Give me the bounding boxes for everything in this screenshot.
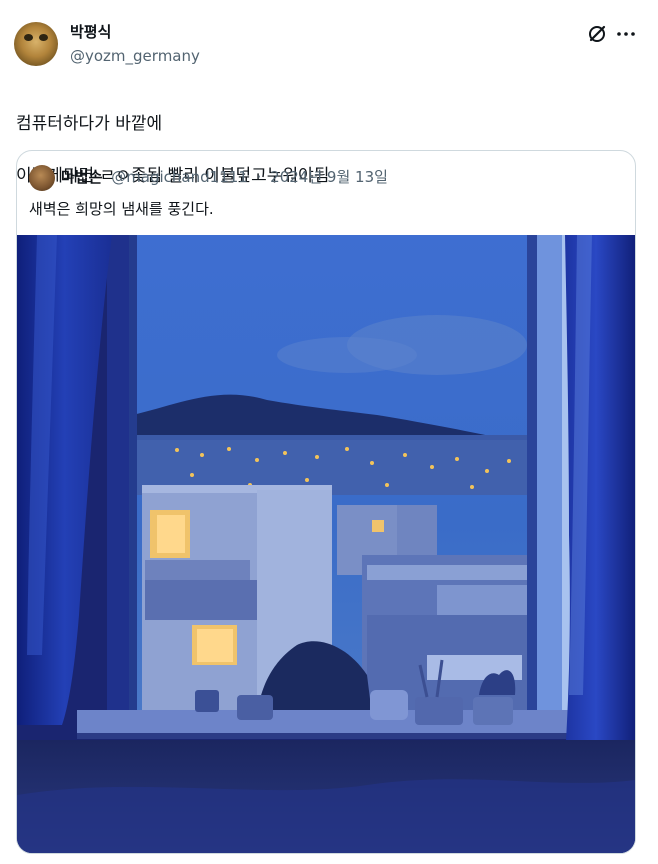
tweet-text-line: 컴퓨터하다가 바깥에 (16, 114, 163, 134)
more-icon[interactable] (614, 22, 638, 46)
quoted-date: 2024년 9월 13일 (270, 168, 388, 186)
author-handle[interactable]: @yozm_germany (70, 46, 200, 66)
quoted-author-handle: @magichand1111 (111, 168, 248, 186)
quoted-image[interactable] (17, 235, 635, 853)
quoted-tweet[interactable]: 마법손 @magichand1111 · 2024년 9월 13일 새벽은 희망… (16, 150, 636, 854)
author-name[interactable]: 박평식 (70, 22, 111, 42)
author-avatar[interactable] (14, 22, 58, 66)
quoted-author-name: 마법손 (61, 168, 103, 186)
quoted-text: 새벽은 희망의 냄새를 풍긴다. (29, 200, 214, 218)
quoted-author-avatar (29, 165, 55, 191)
quoted-tweet-header: 마법손 @magichand1111 · 2024년 9월 13일 (61, 167, 388, 187)
slash-circle-icon[interactable] (585, 22, 609, 46)
meta-separator: · (256, 168, 262, 186)
tweet-header: 박평식 @yozm_germany (0, 0, 658, 70)
